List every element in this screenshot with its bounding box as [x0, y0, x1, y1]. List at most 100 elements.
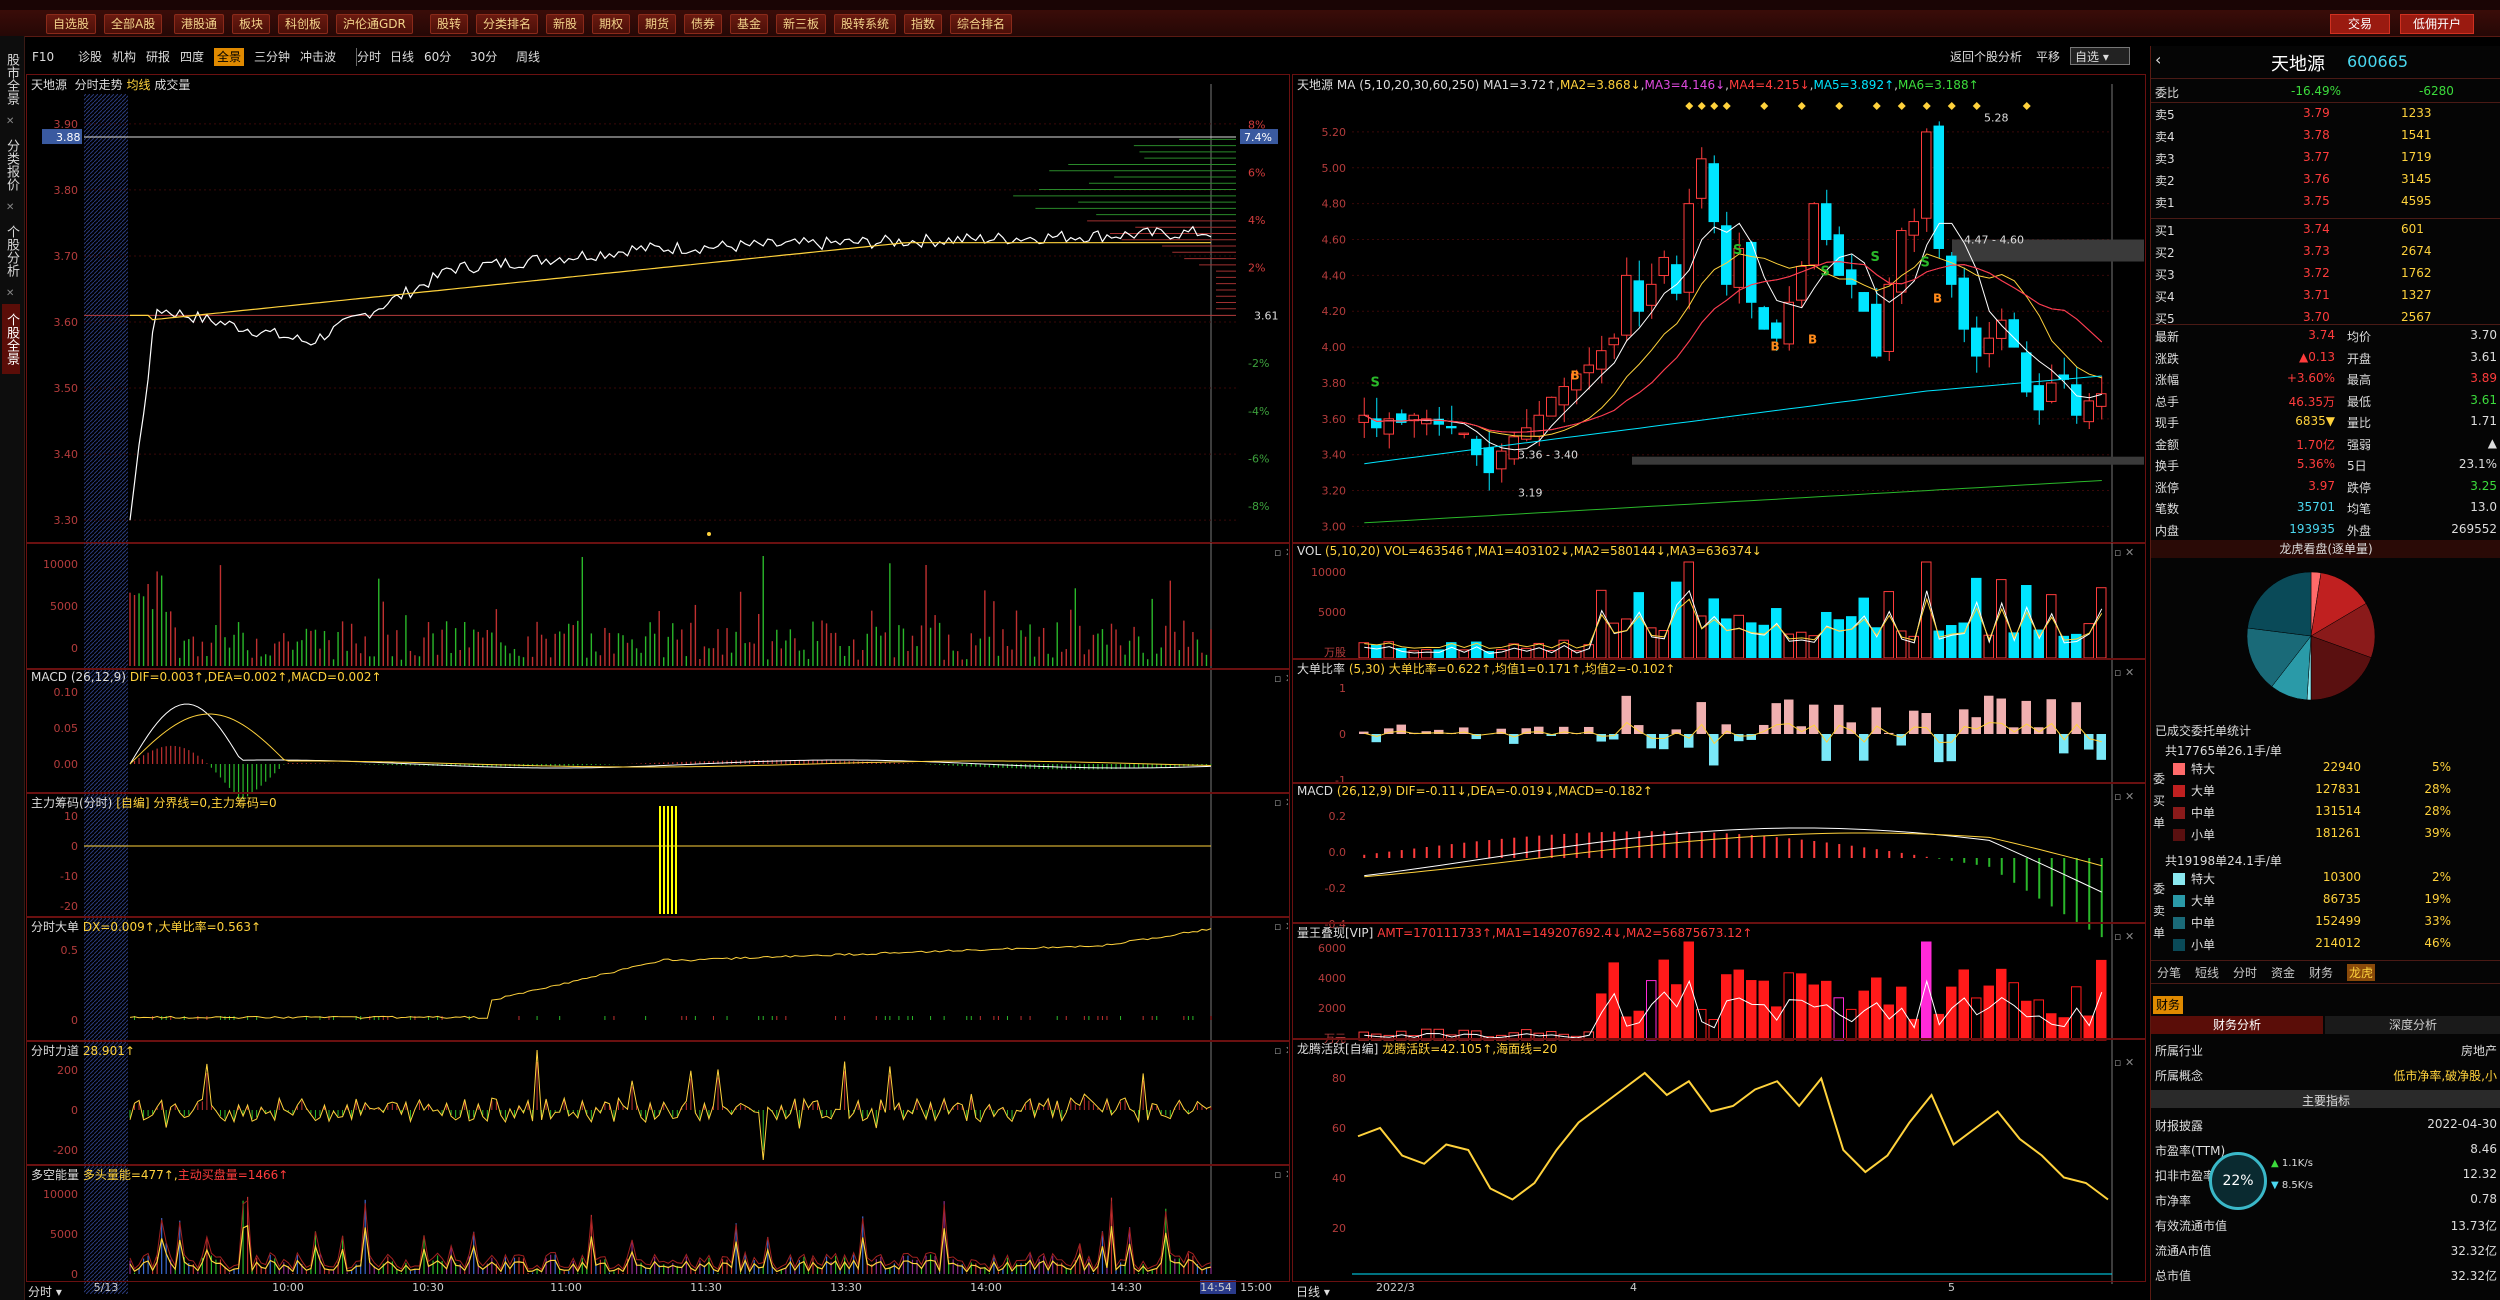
ma-line [1364, 480, 2102, 524]
toolbar-item[interactable]: 三分钟 [254, 48, 290, 66]
toolbar-item[interactable]: 全景 [214, 48, 245, 66]
toolbar-item[interactable]: F10 [32, 48, 54, 66]
stat-label: 均笔 [2347, 502, 2372, 516]
back-to-analysis-link[interactable]: 返回个股分析 [1950, 48, 2022, 65]
close-icon[interactable]: ✕ [6, 202, 14, 213]
menu-item[interactable]: 沪伦通GDR [336, 14, 413, 34]
menu-item[interactable]: 科创板 [278, 14, 329, 34]
menu-item[interactable]: 股转系统 [834, 14, 897, 34]
menu-item[interactable]: 基金 [730, 14, 769, 34]
intraday-axis-label[interactable]: 分时 ▾ [28, 1283, 62, 1300]
toolbar-item[interactable]: 60分 [424, 48, 451, 66]
menu-item[interactable]: 综合排名 [950, 14, 1013, 34]
candle-body [2033, 385, 2044, 411]
sell-price[interactable]: 3.76 [2303, 172, 2330, 186]
dragon-tab[interactable]: 短线 [2195, 964, 2219, 981]
order-size-label: 大单 [2191, 784, 2216, 798]
toolbar-item[interactable]: 冲击波 [300, 48, 336, 66]
stat-value: 46.35万 [2288, 394, 2335, 409]
menu-item[interactable]: 自选股 [46, 14, 97, 34]
watchlist-label: 自选 [2075, 50, 2100, 64]
toolbar-item[interactable]: 机构 [112, 48, 136, 66]
legend-swatch [2173, 763, 2185, 775]
buy-price[interactable]: 3.71 [2303, 288, 2330, 302]
menu-item[interactable]: 分类排名 [476, 14, 539, 34]
stat-label: 笔数 [2155, 502, 2180, 516]
toolbar-item[interactable]: 日线 [390, 48, 414, 66]
pct-tick: 6% [1248, 166, 1265, 179]
sell-price[interactable]: 3.77 [2303, 150, 2330, 164]
price-tick: 3.80 [54, 184, 79, 197]
close-icon[interactable]: ✕ [6, 116, 14, 127]
watchlist-dropdown[interactable]: 自选 ▾ [2070, 47, 2130, 65]
back-arrow-icon[interactable]: ‹ [2155, 50, 2161, 69]
dragon-tab[interactable]: 财务 [2309, 964, 2333, 981]
buy-level-label: 买2 [2155, 246, 2175, 260]
tab-finance[interactable]: 财务 [2153, 996, 2183, 1014]
signal-diamond [1835, 102, 1844, 110]
dragon-tab[interactable]: 资金 [2271, 964, 2295, 981]
dragon-tab[interactable]: 龙虎 [2347, 964, 2376, 981]
support-zone [1632, 456, 2144, 465]
signal-diamond [1722, 102, 1731, 110]
menu-item[interactable]: 期货 [638, 14, 677, 34]
close-icon[interactable]: ✕ [6, 288, 14, 299]
avg-line [130, 242, 1211, 321]
buy-price[interactable]: 3.72 [2303, 266, 2330, 280]
trade-button[interactable]: 交易 [2330, 14, 2390, 34]
tab-stock-analysis[interactable]: 个股分析 [2, 218, 20, 284]
sell-price[interactable]: 3.75 [2303, 194, 2330, 208]
sell-price[interactable]: 3.79 [2303, 106, 2330, 120]
stat-value: 1.71 [2470, 414, 2497, 428]
toolbar-item[interactable]: 研报 [146, 48, 170, 66]
menu-item[interactable]: 港股通 [174, 14, 225, 34]
stat-label: 开盘 [2347, 351, 2372, 366]
candle-body [1658, 256, 1669, 277]
toolbar-item[interactable]: 30分 [470, 48, 497, 66]
menu-item[interactable]: 板块 [232, 14, 271, 34]
daily-vol-panel: VOL (5,10,20) VOL=463546↑,MA1=403102↓,MA… [1292, 542, 2146, 660]
buy-volume: 2674 [2401, 244, 2432, 258]
candle-body [1883, 283, 1894, 352]
toolbar-item[interactable]: 四度 [180, 48, 204, 66]
tab-market-overview[interactable]: 股市全景 [2, 46, 20, 112]
buy-volume: 601 [2401, 222, 2424, 236]
order-pct: 28% [2424, 782, 2451, 796]
menu-item[interactable]: 新股 [546, 14, 585, 34]
time-tick: 15:00 [1240, 1281, 1272, 1294]
menu-item[interactable]: 期权 [592, 14, 631, 34]
buy-price[interactable]: 3.74 [2303, 222, 2330, 236]
sell-level-label: 卖3 [2155, 152, 2175, 166]
toolbar-item[interactable]: 诊股 [78, 48, 102, 66]
dragon-tab[interactable]: 分笔 [2157, 964, 2181, 981]
duokong-title: 多空能量 多头量能=477↑,主动买盘量=1466↑ [31, 1168, 289, 1182]
menu-item[interactable]: 债券 [684, 14, 723, 34]
buy-price[interactable]: 3.73 [2303, 244, 2330, 258]
tab-category-quote[interactable]: 分类报价 [2, 132, 20, 198]
stat-label: 强弱 [2347, 437, 2372, 452]
buy-price[interactable]: 3.70 [2303, 310, 2330, 324]
open-account-button[interactable]: 低佣开户 [2400, 14, 2474, 34]
daily-axis-label[interactable]: 日线 ▾ [1296, 1283, 1330, 1300]
order-size-label: 特大 [2191, 872, 2216, 886]
finance-analysis-tab[interactable]: 财务分析 [2151, 1016, 2323, 1034]
support-annotation: 3.36 - 3.40 [1518, 449, 1578, 462]
tab-stock-panorama[interactable]: 个股全景 [2, 304, 20, 374]
menu-item[interactable]: 全部A股 [104, 14, 163, 34]
toolbar-item[interactable]: 分时 [356, 48, 381, 66]
download-speed: ▼ 8.5K/s [2271, 1180, 2313, 1191]
left-tab-strip: 股市全景 ✕ 分类报价 ✕ 个股分析 ✕ 个股全景 [0, 36, 25, 1300]
view-toolbar: F10 诊股 机构 研报 四度 全景 三分钟 冲击波 分时 日线 60分 30分 周线 [26, 46, 1306, 68]
finance-value: 32.32亿 [2450, 1244, 2497, 1258]
menu-item[interactable]: 新三板 [776, 14, 827, 34]
candle-body [1683, 203, 1694, 293]
sell-price[interactable]: 3.78 [2303, 128, 2330, 142]
menu-item[interactable]: 指数 [904, 14, 943, 34]
dragon-tab[interactable]: 分时 [2233, 964, 2257, 981]
pan-button[interactable]: 平移 [2036, 48, 2060, 65]
deep-analysis-tab[interactable]: 深度分析 [2325, 1016, 2500, 1034]
toolbar-item[interactable]: 周线 [516, 48, 540, 66]
menu-item[interactable]: 股转 [430, 14, 469, 34]
order-size-label: 中单 [2191, 916, 2216, 930]
signal-diamond [1972, 102, 1981, 110]
